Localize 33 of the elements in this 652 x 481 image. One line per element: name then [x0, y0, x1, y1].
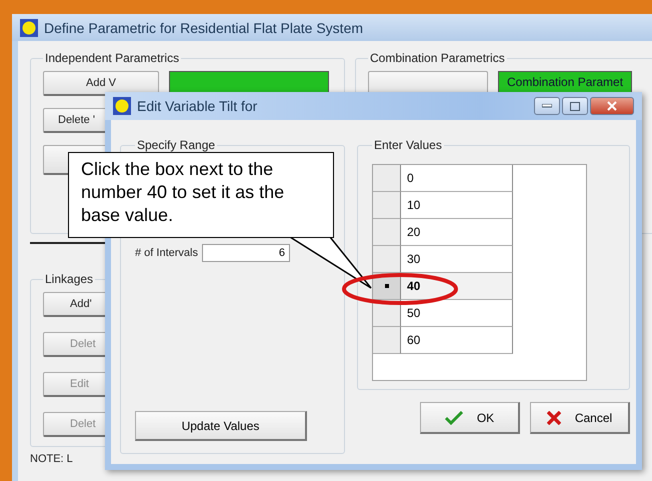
value-cell[interactable]: 20: [401, 219, 513, 246]
value-cell[interactable]: 30: [401, 246, 513, 273]
check-icon: [444, 410, 463, 424]
intervals-field[interactable]: 6: [202, 244, 290, 262]
value-cell[interactable]: 0: [401, 165, 513, 192]
app-icon: [113, 97, 131, 115]
update-values-button[interactable]: Update Values: [135, 411, 307, 441]
value-cell[interactable]: 60: [401, 327, 513, 354]
cancel-button[interactable]: Cancel: [530, 402, 630, 434]
window-title: Define Parametric for Residential Flat Plate System: [44, 20, 364, 36]
button-label: Cancel: [574, 410, 612, 424]
maximize-icon: [570, 102, 580, 110]
group-label: Specify Range: [136, 138, 216, 152]
close-icon: [607, 101, 617, 111]
field-label: # of Intervals: [135, 247, 198, 259]
maximize-button[interactable]: [562, 97, 588, 115]
group-label: Linkages: [44, 272, 94, 286]
add-variable-button[interactable]: Add V: [43, 71, 159, 96]
close-button[interactable]: [590, 97, 634, 115]
list-header: Combination Paramet: [498, 71, 632, 93]
ok-button[interactable]: OK: [420, 402, 520, 434]
row-marker-icon: [384, 284, 388, 288]
note-text: NOTE: L: [30, 453, 74, 465]
group-label: Combination Parametrics: [369, 51, 506, 65]
cross-icon: [546, 410, 561, 424]
group-label: Enter Values: [373, 138, 443, 152]
minimize-icon: [542, 104, 552, 108]
group-label: Independent Parametrics: [44, 51, 180, 65]
button-label: OK: [476, 410, 494, 424]
app-icon: [20, 18, 38, 36]
value-cell[interactable]: 10: [401, 192, 513, 219]
minimize-button[interactable]: [534, 97, 560, 115]
value-cell[interactable]: 50: [401, 300, 513, 327]
